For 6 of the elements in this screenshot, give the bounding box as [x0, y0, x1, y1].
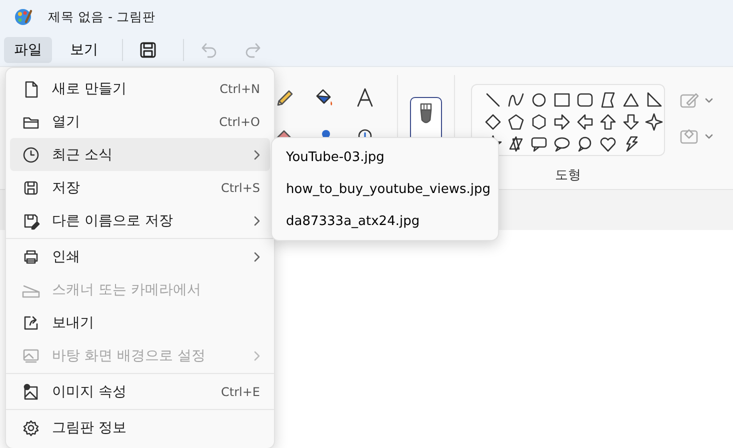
group-label: 도형 — [555, 167, 581, 184]
window-title: 제목 없음 - 그림판 — [48, 8, 156, 26]
shortcut-label: Ctrl+N — [220, 82, 260, 96]
shortcut-label: Ctrl+O — [219, 114, 260, 128]
shortcut-label: Ctrl+S — [220, 180, 260, 194]
shortcut-label: Ctrl+E — [221, 384, 260, 398]
